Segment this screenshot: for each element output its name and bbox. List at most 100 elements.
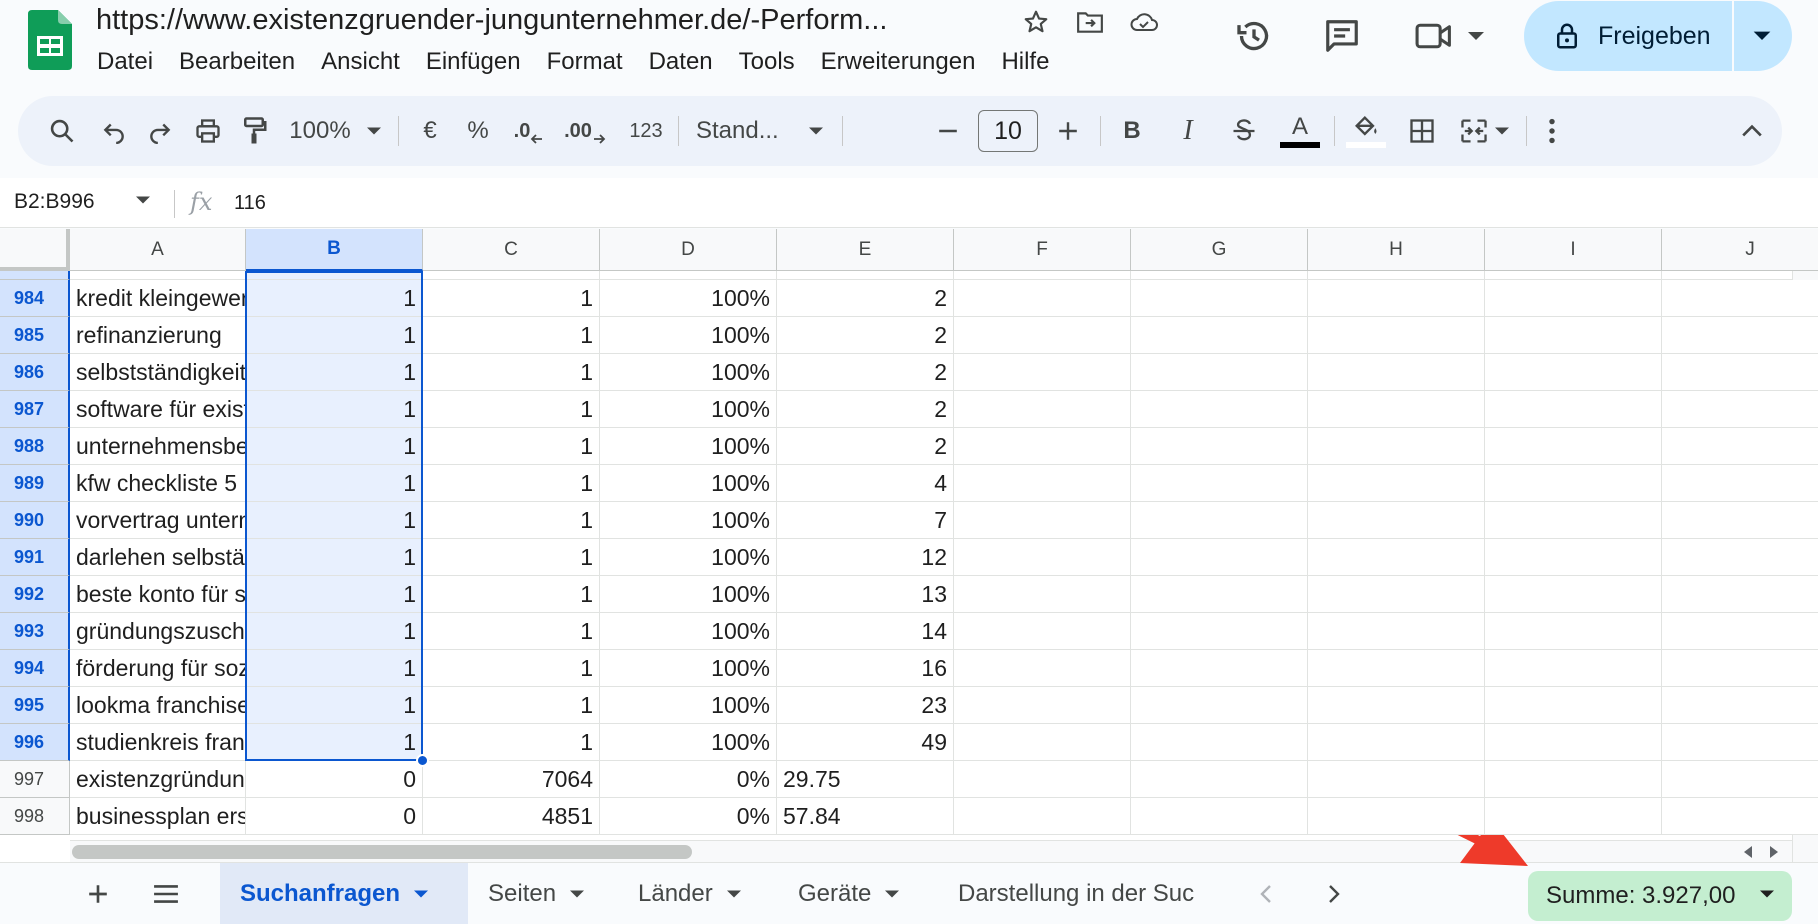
fill-color-button[interactable]: [1342, 96, 1390, 166]
grid-cell[interactable]: 1: [423, 576, 600, 613]
grid-cell[interactable]: 1: [246, 428, 423, 465]
grid-cell[interactable]: [954, 280, 1131, 317]
grid-cell[interactable]: kfw checkliste 5: [70, 465, 246, 502]
grid-cell[interactable]: 100%: [600, 576, 777, 613]
grid-cell[interactable]: [1485, 317, 1662, 354]
grid-cell[interactable]: darlehen selbständige: [70, 539, 246, 576]
column-header-c[interactable]: C: [423, 229, 600, 271]
grid-cell[interactable]: 1: [423, 317, 600, 354]
grid-cell[interactable]: 100%: [600, 391, 777, 428]
text-color-button[interactable]: A: [1276, 96, 1324, 166]
decrease-font-size-button[interactable]: [928, 96, 968, 166]
grid-cell[interactable]: [1308, 391, 1485, 428]
grid-cell[interactable]: 100%: [600, 724, 777, 761]
select-all-corner[interactable]: [0, 229, 70, 271]
grid-cell[interactable]: 49: [777, 724, 954, 761]
grid-cell[interactable]: [1308, 761, 1485, 798]
grid-cell[interactable]: [1308, 317, 1485, 354]
grid-cell[interactable]: 100%: [600, 539, 777, 576]
hide-menus-button[interactable]: [1732, 96, 1772, 166]
increase-font-size-button[interactable]: [1048, 96, 1088, 166]
grid-cell[interactable]: kredit kleingewerbe: [70, 280, 246, 317]
grid-cell[interactable]: [1131, 428, 1308, 465]
menu-daten[interactable]: Daten: [636, 46, 726, 78]
borders-button[interactable]: [1400, 96, 1444, 166]
grid-cell[interactable]: 1: [246, 354, 423, 391]
grid-cell[interactable]: 1: [246, 576, 423, 613]
grid-cell[interactable]: [954, 761, 1131, 798]
grid-cell[interactable]: 2: [777, 280, 954, 317]
grid-cell[interactable]: [1131, 354, 1308, 391]
grid-cell[interactable]: [1485, 613, 1662, 650]
row-header[interactable]: 985: [0, 317, 70, 354]
decrease-decimal-button[interactable]: .0: [506, 96, 552, 166]
cloud-saved-icon[interactable]: [1128, 6, 1160, 38]
grid-cell[interactable]: [1308, 576, 1485, 613]
row-header[interactable]: 994: [0, 650, 70, 687]
row-header[interactable]: 998: [0, 798, 70, 835]
undo-button[interactable]: [94, 96, 134, 166]
row-header[interactable]: 992: [0, 576, 70, 613]
grid-cell[interactable]: [1308, 650, 1485, 687]
add-sheet-button[interactable]: [76, 863, 120, 924]
row-header[interactable]: 996: [0, 724, 70, 761]
grid-cell[interactable]: 100%: [600, 502, 777, 539]
grid-cell[interactable]: [954, 687, 1131, 724]
grid-cell[interactable]: [1662, 428, 1818, 465]
grid-cell[interactable]: 1: [423, 539, 600, 576]
chevron-down-icon[interactable]: [136, 196, 150, 204]
grid-cell[interactable]: [1662, 724, 1818, 761]
grid-cell[interactable]: [1662, 280, 1818, 317]
grid-cell[interactable]: [1485, 650, 1662, 687]
italic-button[interactable]: I: [1168, 96, 1208, 166]
grid-cell[interactable]: [954, 465, 1131, 502]
grid-cell[interactable]: 2: [777, 428, 954, 465]
grid-cell[interactable]: 13: [777, 576, 954, 613]
grid-cell[interactable]: [954, 391, 1131, 428]
grid-cell[interactable]: 0%: [600, 761, 777, 798]
grid-cell[interactable]: 2: [777, 391, 954, 428]
formula-input[interactable]: 116: [234, 192, 266, 215]
grid-cell[interactable]: 1: [423, 354, 600, 391]
row-header[interactable]: 993: [0, 613, 70, 650]
grid-cell[interactable]: 14: [777, 613, 954, 650]
grid-cell[interactable]: 100%: [600, 687, 777, 724]
merge-cells-button[interactable]: [1452, 96, 1516, 166]
menu-tools[interactable]: Tools: [726, 46, 808, 78]
row-header[interactable]: 986: [0, 354, 70, 391]
grid-cell[interactable]: [1662, 650, 1818, 687]
grid-cell[interactable]: [954, 354, 1131, 391]
grid-cell[interactable]: [954, 576, 1131, 613]
column-header-i[interactable]: I: [1485, 229, 1662, 271]
grid-cell[interactable]: 1: [246, 317, 423, 354]
grid-cell[interactable]: [1662, 798, 1818, 835]
menu-hilfe[interactable]: Hilfe: [988, 46, 1062, 78]
grid-cell[interactable]: [1485, 502, 1662, 539]
grid-cell[interactable]: [1131, 539, 1308, 576]
grid-cell[interactable]: [1662, 761, 1818, 798]
star-icon[interactable]: [1020, 6, 1052, 38]
row-header[interactable]: 988: [0, 428, 70, 465]
row-header[interactable]: 991: [0, 539, 70, 576]
grid-cell[interactable]: [1308, 428, 1485, 465]
grid-cell[interactable]: 12: [777, 539, 954, 576]
menu-datei[interactable]: Datei: [84, 46, 166, 78]
format-percent-button[interactable]: %: [458, 96, 498, 166]
grid-cell[interactable]: [1308, 798, 1485, 835]
grid-cell[interactable]: [1662, 687, 1818, 724]
sheet-tab-laender[interactable]: Länder: [618, 863, 778, 924]
version-history-button[interactable]: [1232, 14, 1276, 58]
font-select[interactable]: Stand...: [688, 96, 828, 166]
menu-format[interactable]: Format: [534, 46, 636, 78]
grid-cell[interactable]: [954, 613, 1131, 650]
grid-cell[interactable]: 1: [246, 280, 423, 317]
share-button[interactable]: Freigeben: [1524, 1, 1792, 71]
sheet-tab-darstellung[interactable]: Darstellung in der Suc: [938, 863, 1228, 924]
grid-cell[interactable]: [1131, 317, 1308, 354]
column-header-h[interactable]: H: [1308, 229, 1485, 271]
grid-cell[interactable]: vorvertrag unternehmen: [70, 502, 246, 539]
grid-cell[interactable]: [1308, 465, 1485, 502]
grid-cell[interactable]: [1308, 502, 1485, 539]
grid-cell[interactable]: [1485, 761, 1662, 798]
grid-cell[interactable]: [1131, 613, 1308, 650]
